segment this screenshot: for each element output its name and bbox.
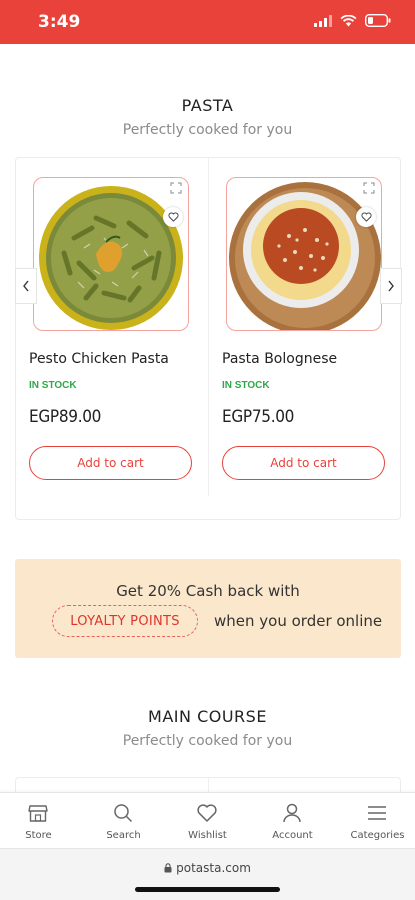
bolognese-pasta-image	[229, 182, 381, 330]
section-subtitle-main-course: Perfectly cooked for you	[122, 733, 293, 749]
browser-url-bar: potasta.com	[0, 848, 415, 900]
product-price: EGP75.00	[222, 407, 295, 427]
section-title-main-course: MAIN COURSE	[148, 707, 267, 726]
status-bar: 3:49	[0, 0, 415, 44]
stock-status: IN STOCK	[29, 380, 77, 391]
product-name[interactable]: Pesto Chicken Pasta	[29, 351, 169, 367]
url-text: potasta.com	[176, 861, 251, 875]
product-carousel: Pesto Chicken Pasta IN STOCK EGP89.00 Ad…	[15, 157, 402, 520]
section-title-pasta: PASTA	[181, 96, 234, 115]
chevron-right-icon	[388, 280, 394, 292]
nav-label: Wishlist	[188, 830, 227, 841]
user-icon	[283, 803, 301, 823]
product-name[interactable]: Pasta Bolognese	[222, 351, 337, 367]
loyalty-points-link[interactable]: LOYALTY POINTS	[52, 605, 198, 637]
status-time: 3:49	[38, 12, 81, 32]
product-card: Pasta Bolognese IN STOCK EGP75.00 Add to…	[209, 158, 402, 520]
nav-item-store[interactable]: Store	[0, 793, 80, 849]
bottom-nav: Store Search Wishlist Account Categories	[0, 792, 415, 848]
wishlist-button[interactable]	[356, 207, 376, 227]
carousel-prev-button[interactable]	[15, 268, 37, 304]
heart-icon	[167, 212, 179, 222]
loyalty-banner: Get 20% Cash back with LOYALTY POINTS wh…	[15, 559, 401, 658]
loyalty-subtext: when you order online	[214, 612, 383, 630]
stock-status: IN STOCK	[222, 380, 270, 391]
section-subtitle-pasta: Perfectly cooked for you	[122, 122, 293, 138]
heart-icon	[360, 212, 372, 222]
nav-item-wishlist[interactable]: Wishlist	[166, 793, 249, 849]
expand-icon[interactable]	[170, 182, 182, 194]
product-card: Pesto Chicken Pasta IN STOCK EGP89.00 Ad…	[15, 158, 209, 520]
loyalty-headline: Get 20% Cash back with	[116, 582, 300, 600]
url-display[interactable]: potasta.com	[0, 861, 415, 875]
lock-icon	[164, 863, 172, 873]
expand-icon[interactable]	[363, 182, 375, 194]
product-image-frame[interactable]	[33, 177, 189, 331]
signal-icon	[314, 14, 332, 27]
nav-item-search[interactable]: Search	[82, 793, 165, 849]
wishlist-button[interactable]	[163, 207, 183, 227]
pesto-pasta-image	[39, 186, 183, 330]
product-image-frame[interactable]	[226, 177, 382, 331]
chevron-left-icon	[23, 280, 29, 292]
add-to-cart-button[interactable]: Add to cart	[222, 446, 385, 480]
store-icon	[28, 805, 48, 822]
nav-label: Store	[25, 830, 52, 841]
status-icons	[314, 14, 391, 27]
heart-icon	[197, 804, 217, 822]
nav-item-categories[interactable]: Categories	[336, 793, 415, 849]
nav-label: Search	[106, 830, 141, 841]
menu-icon	[368, 806, 386, 820]
search-icon	[114, 804, 133, 823]
nav-label: Account	[272, 830, 313, 841]
carousel-next-button[interactable]	[380, 268, 402, 304]
nav-item-account[interactable]: Account	[251, 793, 334, 849]
home-indicator	[135, 887, 280, 892]
wifi-icon	[340, 14, 357, 26]
add-to-cart-button[interactable]: Add to cart	[29, 446, 192, 480]
nav-label: Categories	[350, 830, 405, 841]
battery-icon	[365, 14, 391, 27]
product-price: EGP89.00	[29, 407, 102, 427]
